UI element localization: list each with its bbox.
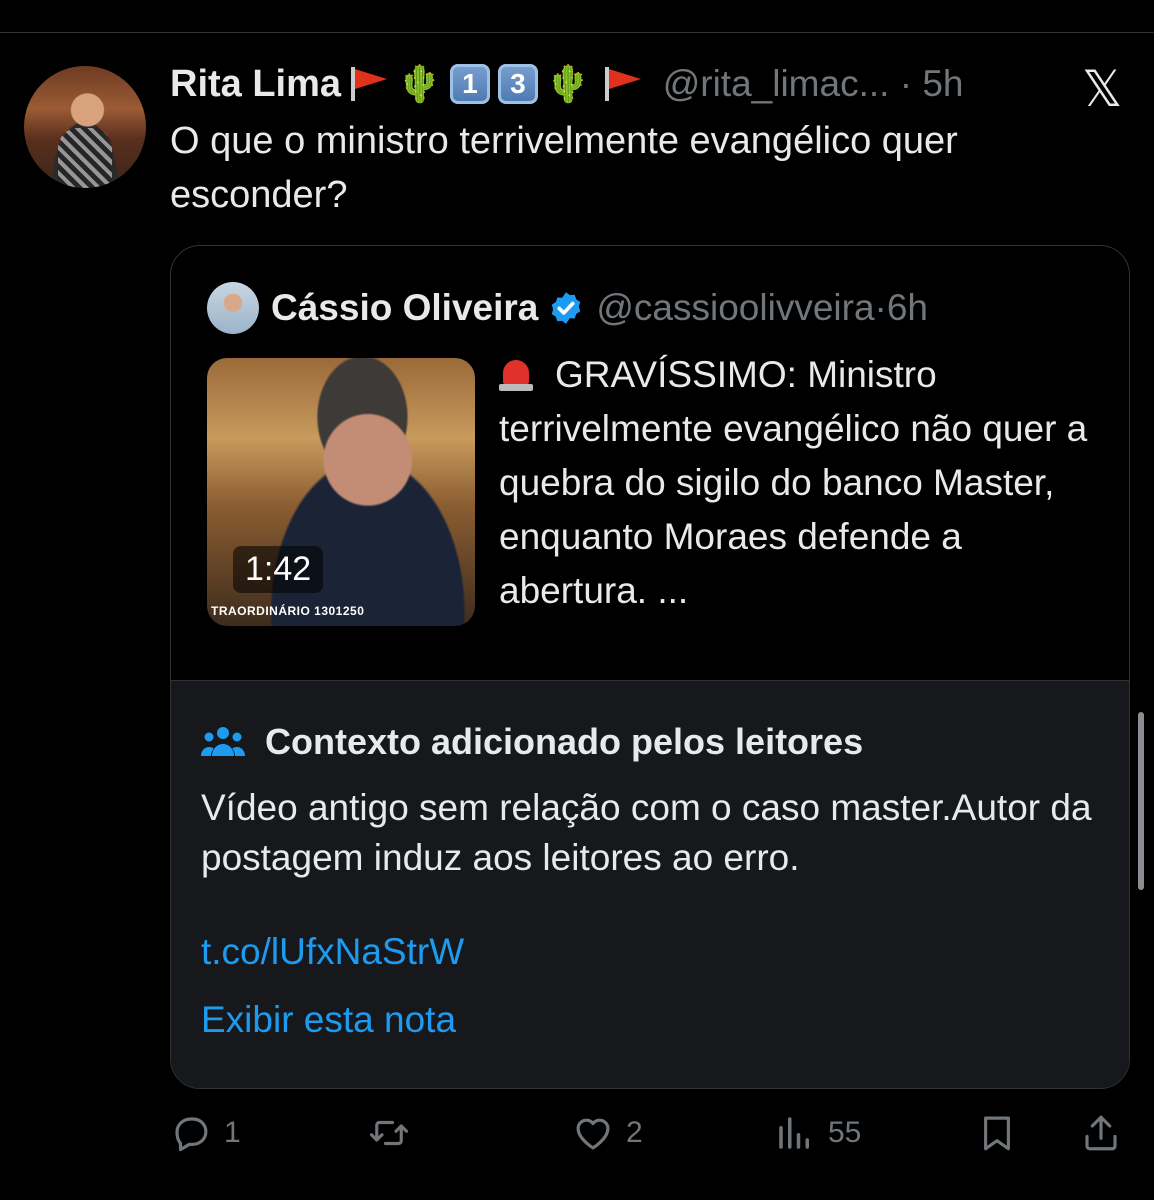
quoted-author-name: Cássio Oliveira — [271, 287, 539, 328]
keycap-icon: 1 — [449, 64, 490, 104]
like-button[interactable]: 2 — [572, 1108, 643, 1158]
keycap-icon: 3 — [497, 64, 538, 104]
community-note-title: Contexto adicionado pelos leitores — [265, 721, 864, 762]
quoted-post[interactable]: Cássio Oliveira @cassioolivveira·6h 1:42… — [170, 245, 1130, 1089]
scrollbar[interactable] — [1138, 712, 1144, 890]
quoted-author-avatar — [207, 282, 259, 334]
x-logo-icon[interactable]: 𝕏 — [1082, 60, 1122, 118]
community-note-link[interactable]: t.co/lUfxNaStrW — [201, 931, 464, 973]
video-duration: 1:42 — [233, 546, 324, 593]
author-avatar[interactable] — [24, 66, 146, 188]
action-bar: 1 2 55 — [170, 1108, 1130, 1158]
video-thumbnail[interactable]: 1:42 TRAORDINÁRIO 1301250 — [207, 358, 475, 626]
views-button[interactable]: 55 — [774, 1108, 861, 1158]
people-icon — [201, 727, 245, 756]
like-icon — [576, 1118, 610, 1150]
share-icon — [1085, 1115, 1117, 1151]
quoted-author-handle: @cassioolivveira·6h — [596, 287, 929, 328]
reply-count: 1 — [224, 1116, 241, 1149]
siren-icon — [499, 356, 533, 392]
show-note-link[interactable]: Exibir esta nota — [201, 999, 456, 1041]
like-count: 2 — [626, 1116, 643, 1149]
quoted-post-text: GRAVÍSSIMO: Ministro terrivelmente evang… — [499, 354, 1088, 611]
video-caption: TRAORDINÁRIO 1301250 — [211, 604, 365, 618]
cactus-icon: 🌵 — [545, 63, 591, 104]
community-note-text: Vídeo antigo sem relação com o caso mast… — [201, 787, 1092, 878]
quoted-post-text-block: GRAVÍSSIMO: Ministro terrivelmente evang… — [499, 348, 1099, 618]
author-handle[interactable]: @rita_limac... · 5h — [663, 63, 964, 105]
bookmark-icon — [984, 1116, 1010, 1151]
verified-badge-icon — [552, 292, 581, 324]
post-text: O que o ministro terrivelmente evangélic… — [170, 120, 958, 216]
quoted-post-header: Cássio Oliveira @cassioolivveira·6h — [207, 282, 928, 334]
flag-icon — [345, 65, 389, 103]
bookmark-button[interactable] — [976, 1108, 1018, 1158]
community-note: Contexto adicionado pelos leitores Vídeo… — [171, 680, 1129, 1088]
views-icon — [779, 1117, 809, 1149]
cactus-icon: 🌵 — [397, 63, 442, 104]
top-divider — [0, 32, 1154, 33]
reply-icon — [175, 1117, 208, 1152]
flag-icon — [599, 65, 643, 103]
share-button[interactable] — [1080, 1108, 1122, 1158]
name-emojis: 🌵 1 3 🌵 — [345, 63, 643, 105]
post-time: 5h — [922, 63, 964, 104]
author-name[interactable]: Rita Lima — [170, 63, 341, 106]
view-count: 55 — [828, 1116, 862, 1149]
repost-button[interactable] — [368, 1108, 410, 1158]
repost-icon — [369, 1120, 409, 1146]
post-header: Rita Lima 🌵 1 3 🌵 @rita_limac... · 5h — [170, 58, 963, 110]
community-note-header: Contexto adicionado pelos leitores — [201, 721, 863, 763]
reply-button[interactable]: 1 — [170, 1108, 241, 1158]
